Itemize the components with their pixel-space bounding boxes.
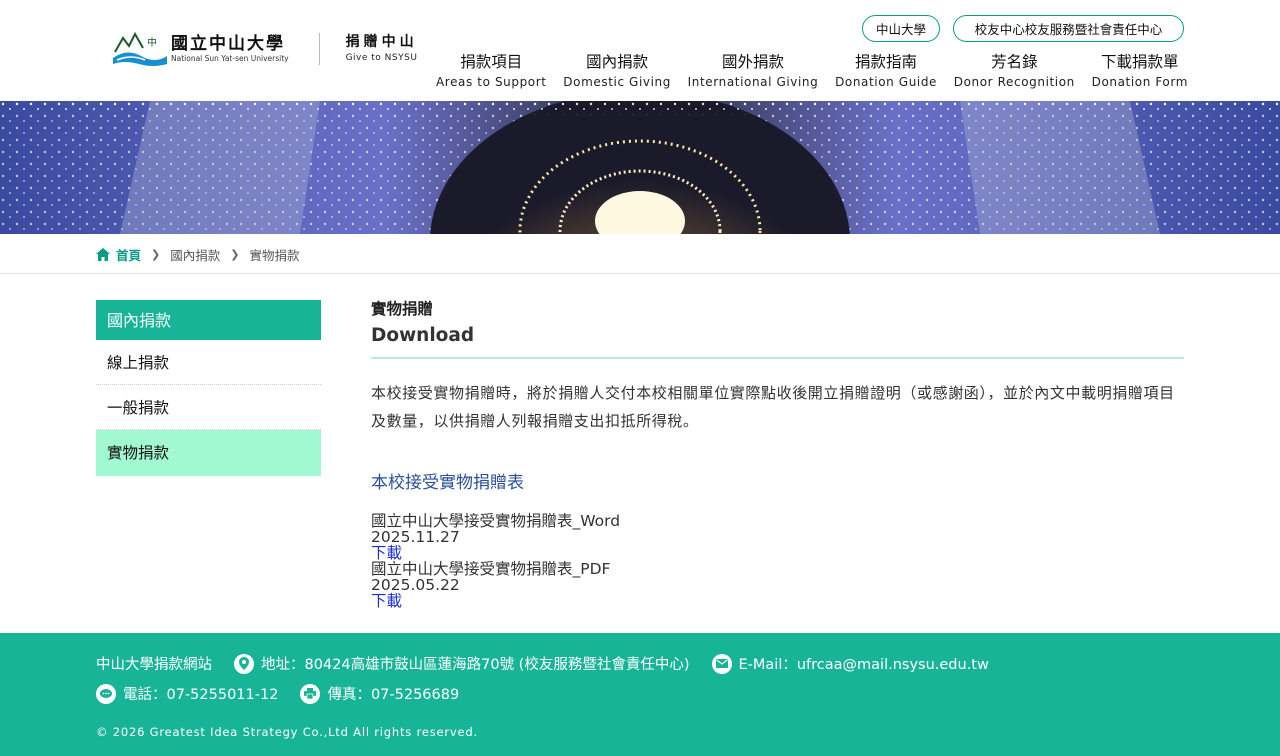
download-item: 國立中山大學接受實物捐贈表_PDF 2025.05.22 下載 bbox=[371, 561, 1184, 609]
nav-donation-guide[interactable]: 捐款指南 Donation Guide bbox=[835, 52, 937, 92]
top-link-nsysu[interactable]: 中山大學 bbox=[862, 15, 940, 42]
file-date: 2025.11.27 bbox=[371, 528, 460, 546]
file-date: 2025.05.22 bbox=[371, 576, 460, 594]
hero-banner bbox=[0, 101, 1280, 234]
page-subtitle: Download bbox=[371, 325, 475, 346]
logo-divider bbox=[318, 33, 320, 65]
download-section-heading: 本校接受實物捐贈表 bbox=[371, 473, 524, 493]
site-header: 中 國立中山大學 National Sun Yat-sen University… bbox=[0, 0, 1280, 101]
sidebar: 國內捐款 線上捐款 一般捐款 實物捐款 bbox=[96, 300, 321, 476]
nav-areas-to-support[interactable]: 捐款項目 Areas to Support bbox=[436, 52, 547, 92]
nsysu-logo-icon: 中 bbox=[113, 30, 167, 68]
footer-address: 地址：80424高雄市鼓山區蓮海路70號 (校友服務暨社會責任中心) bbox=[261, 657, 690, 673]
logo-english-name: National Sun Yat-sen University bbox=[171, 54, 289, 63]
download-link-pdf[interactable]: 下載 bbox=[371, 593, 1184, 609]
top-link-alumni-center[interactable]: 校友中心校友服務暨社會責任中心 bbox=[953, 15, 1184, 42]
logo-chinese-name: 國立中山大學 bbox=[171, 34, 285, 54]
footer-copyright: © 2026 Greatest Idea Strategy Co.,Ltd Al… bbox=[96, 725, 478, 739]
sidebar-heading: 國內捐款 bbox=[96, 300, 321, 340]
file-name: 國立中山大學接受實物捐贈表_Word bbox=[371, 512, 621, 530]
nav-international-giving[interactable]: 國外捐款 International Giving bbox=[688, 52, 819, 92]
file-name: 國立中山大學接受實物捐贈表_PDF bbox=[371, 560, 611, 578]
download-link-word[interactable]: 下載 bbox=[371, 545, 1184, 561]
breadcrumb-home[interactable]: 首頁 bbox=[96, 245, 141, 264]
nav-donor-recognition[interactable]: 芳名錄 Donor Recognition bbox=[954, 52, 1075, 92]
main-content: 實物捐贈 Download 本校接受實物捐贈時，將於捐贈人交付本校相關單位實際點… bbox=[371, 298, 1184, 609]
nav-donation-form[interactable]: 下載捐款單 Donation Form bbox=[1092, 52, 1188, 92]
sidebar-item-general-donation[interactable]: 一般捐款 bbox=[96, 385, 321, 430]
site-logo[interactable]: 中 國立中山大學 National Sun Yat-sen University… bbox=[113, 30, 418, 68]
breadcrumb-divider bbox=[0, 273, 1280, 274]
svg-text:中: 中 bbox=[147, 36, 157, 49]
title-divider bbox=[371, 357, 1184, 359]
mail-icon bbox=[711, 653, 732, 674]
footer-phone: 電話：07-5255011-12 bbox=[123, 687, 279, 703]
footer-fax: 傳真：07-5256689 bbox=[327, 687, 460, 703]
fax-icon bbox=[300, 683, 321, 704]
site-footer: 中山大學捐款網站 地址：80424高雄市鼓山區蓮海路70號 (校友服務暨社會責任… bbox=[0, 633, 1280, 756]
footer-email[interactable]: E-Mail：ufrcaa@mail.nsysu.edu.tw bbox=[739, 653, 989, 674]
light-tunnel-image bbox=[0, 101, 1280, 234]
give-title-en: Give to NSYSU bbox=[345, 53, 418, 63]
breadcrumb: 首頁 ❯ 國內捐款 ❯ 實物捐款 bbox=[96, 244, 299, 264]
download-item: 國立中山大學接受實物捐贈表_Word 2025.11.27 下載 bbox=[371, 513, 1184, 561]
chevron-right-icon: ❯ bbox=[151, 247, 161, 261]
breadcrumb-current: 實物捐款 bbox=[249, 247, 300, 263]
give-title-cn: 捐贈中山 bbox=[345, 34, 418, 50]
main-nav: 捐款項目 Areas to Support 國內捐款 Domestic Givi… bbox=[436, 52, 1188, 92]
footer-site-name: 中山大學捐款網站 bbox=[96, 657, 212, 673]
home-icon bbox=[96, 247, 110, 261]
chevron-right-icon: ❯ bbox=[230, 247, 240, 261]
sidebar-item-in-kind-donation[interactable]: 實物捐款 bbox=[96, 430, 321, 476]
page-title: 實物捐贈 bbox=[371, 300, 434, 318]
nav-domestic-giving[interactable]: 國內捐款 Domestic Giving bbox=[563, 52, 671, 92]
sidebar-item-online-donation[interactable]: 線上捐款 bbox=[96, 340, 321, 385]
intro-paragraph: 本校接受實物捐贈時，將於捐贈人交付本校相關單位實際點收後開立捐贈證明（或感謝函）… bbox=[371, 384, 1175, 430]
location-icon bbox=[234, 653, 254, 674]
chat-icon bbox=[96, 683, 116, 704]
breadcrumb-domestic-giving[interactable]: 國內捐款 bbox=[170, 245, 220, 264]
